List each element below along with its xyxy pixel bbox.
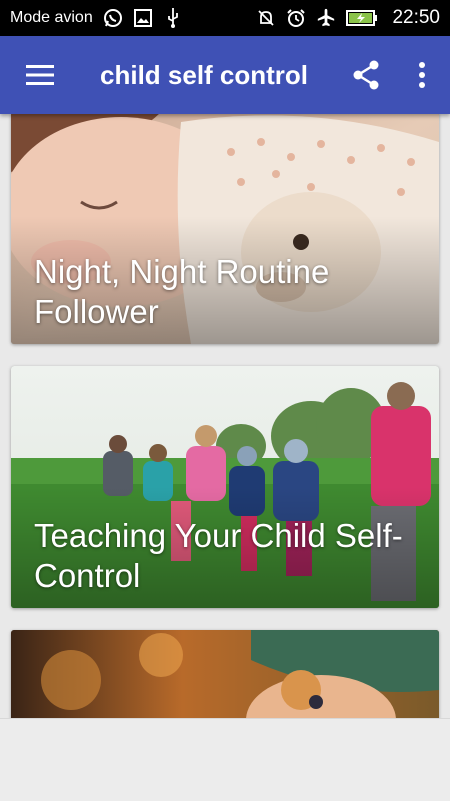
clown-doll-image [11,630,439,718]
hamburger-menu-icon [26,65,54,85]
more-vert-icon [419,62,425,88]
menu-button[interactable] [0,36,80,114]
article-card-clown[interactable] [11,630,439,718]
article-card-self-control[interactable]: Teaching Your Child Self-Control [11,366,439,608]
more-options-button[interactable] [394,36,450,114]
clock-time: 22:50 [392,7,440,28]
alarm-icon [286,8,306,28]
page-title: child self control [100,59,309,90]
article-title: Night, Night Routine Follower [34,253,330,330]
battery-charging-icon [346,8,378,28]
article-title: Teaching Your Child Self-Control [34,517,403,594]
bottom-panel [0,718,450,801]
image-icon [133,8,153,28]
share-icon [353,60,379,90]
app-bar: child self control [0,36,450,114]
status-bar-left: Mode avion [10,8,183,28]
article-list: Night, Night Routine Follower Teaching Y… [0,114,450,718]
usb-icon [163,8,183,28]
share-button[interactable] [338,36,394,114]
whatsapp-icon [103,8,123,28]
carrier-text: Mode avion [10,9,93,26]
airplane-icon [316,8,336,28]
article-card-night-routine[interactable]: Night, Night Routine Follower [11,114,439,344]
status-bar-right: 22:50 [256,7,440,29]
mute-icon [256,8,276,28]
status-bar: Mode avion 22:50 [0,0,450,36]
